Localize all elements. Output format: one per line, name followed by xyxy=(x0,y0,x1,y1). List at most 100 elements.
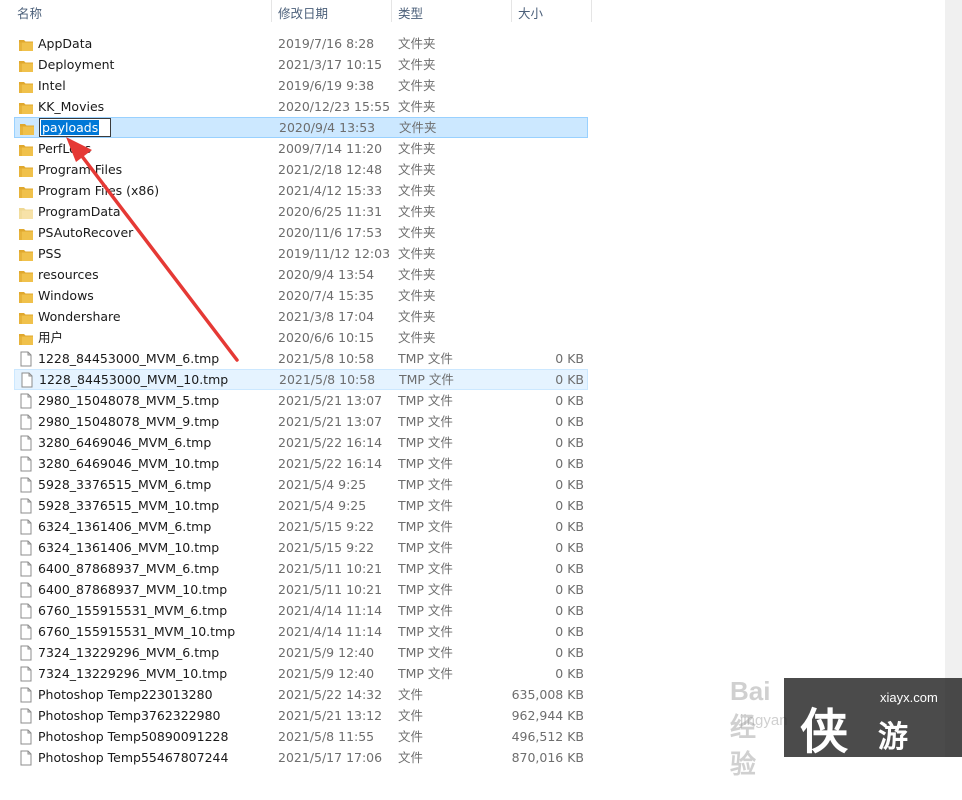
file-row[interactable]: 6324_1361406_MVM_10.tmp 2021/5/15 9:22 TMP… xyxy=(14,537,587,558)
file-row[interactable]: 1228_84453000_MVM_10.tmp 2021/5/8 10:58 TM… xyxy=(14,369,588,390)
folder-row[interactable]: Wondershare 2021/3/8 17:04 文件夹 xyxy=(14,306,587,327)
file-icon xyxy=(18,750,34,766)
file-row[interactable]: 3280_6469046_MVM_10.tmp 2021/5/22 16:14 TM… xyxy=(14,453,587,474)
item-type: TMP 文件 xyxy=(398,498,453,513)
item-size: 0 KB xyxy=(555,372,584,387)
item-type: TMP 文件 xyxy=(398,519,453,534)
item-type: TMP 文件 xyxy=(398,393,453,408)
item-size: 0 KB xyxy=(555,645,584,660)
folder-icon xyxy=(18,100,34,114)
folder-row[interactable]: KK_Movies 2020/12/23 15:55 文件夹 xyxy=(14,96,587,117)
item-name: Windows xyxy=(38,288,94,303)
file-icon xyxy=(18,624,34,640)
column-divider[interactable] xyxy=(391,0,392,22)
item-size: 496,512 KB xyxy=(511,729,584,744)
column-divider[interactable] xyxy=(591,0,592,22)
item-date: 2021/5/9 12:40 xyxy=(278,666,375,681)
file-row[interactable]: 2980_15048078_MVM_5.tmp 2021/5/21 13:07 TM… xyxy=(14,390,587,411)
file-icon xyxy=(18,435,34,451)
item-date: 2021/5/22 16:14 xyxy=(278,456,383,471)
file-row[interactable]: 6400_87868937_MVM_10.tmp 2021/5/11 10:21 T… xyxy=(14,579,587,600)
folder-row[interactable]: PSS 2019/11/12 12:03 文件夹 xyxy=(14,243,587,264)
item-size: 0 KB xyxy=(555,603,584,618)
item-date: 2021/4/12 15:33 xyxy=(278,183,383,198)
item-type: TMP 文件 xyxy=(398,351,453,366)
file-row[interactable]: 6324_1361406_MVM_6.tmp 2021/5/15 9:22 TMP … xyxy=(14,516,587,537)
folder-icon xyxy=(18,310,34,324)
item-date: 2021/5/22 16:14 xyxy=(278,435,383,450)
item-type: 文件夹 xyxy=(398,57,436,72)
file-icon xyxy=(18,603,34,619)
file-row[interactable]: 3280_6469046_MVM_6.tmp 2021/5/22 16:14 TMP… xyxy=(14,432,587,453)
column-header-type[interactable]: 类型 xyxy=(398,0,423,24)
vertical-scrollbar[interactable] xyxy=(945,0,962,757)
item-size: 0 KB xyxy=(555,351,584,366)
item-type: 文件 xyxy=(398,750,424,765)
folder-row[interactable]: Program Files 2021/2/18 12:48 文件夹 xyxy=(14,159,587,180)
file-row[interactable]: 5928_3376515_MVM_6.tmp 2021/5/4 9:25 TMP 文… xyxy=(14,474,587,495)
folder-row[interactable]: Deployment 2021/3/17 10:15 文件夹 xyxy=(14,54,587,75)
folder-row[interactable]: ProgramData 2020/6/25 11:31 文件夹 xyxy=(14,201,587,222)
item-date: 2020/6/6 10:15 xyxy=(278,330,375,345)
item-date: 2021/5/15 9:22 xyxy=(278,540,375,555)
item-name: ProgramData xyxy=(38,204,121,219)
item-size: 870,016 KB xyxy=(511,750,584,765)
item-type: 文件夹 xyxy=(398,36,436,51)
file-icon xyxy=(18,582,34,598)
item-name: 3280_6469046_MVM_6.tmp xyxy=(38,435,212,450)
file-row[interactable]: 6760_155915531_MVM_10.tmp 2021/4/14 11:14… xyxy=(14,621,587,642)
item-type: TMP 文件 xyxy=(398,435,453,450)
file-row[interactable]: 7324_13229296_MVM_10.tmp 2021/5/9 12:40 TM… xyxy=(14,663,587,684)
item-date: 2020/7/4 15:35 xyxy=(278,288,375,303)
item-type: 文件夹 xyxy=(398,246,436,261)
item-date: 2020/9/4 13:54 xyxy=(278,267,375,282)
folder-icon xyxy=(18,289,34,303)
file-row[interactable]: 5928_3376515_MVM_10.tmp 2021/5/4 9:25 TMP … xyxy=(14,495,587,516)
column-header-name[interactable]: 名称 xyxy=(17,0,42,24)
item-date: 2009/7/14 11:20 xyxy=(278,141,383,156)
file-row[interactable]: 7324_13229296_MVM_6.tmp 2021/5/9 12:40 TMP… xyxy=(14,642,587,663)
file-row[interactable]: 6760_155915531_MVM_6.tmp 2021/4/14 11:14 T… xyxy=(14,600,587,621)
folder-icon xyxy=(19,122,35,136)
folder-row[interactable]: Intel 2019/6/19 9:38 文件夹 xyxy=(14,75,587,96)
file-row[interactable]: Photoshop Temp55467807244 2021/5/17 17:06… xyxy=(14,747,587,768)
file-row[interactable]: 1228_84453000_MVM_6.tmp 2021/5/8 10:58 TMP… xyxy=(14,348,587,369)
folder-row[interactable]: PSAutoRecover 2020/11/6 17:53 文件夹 xyxy=(14,222,587,243)
item-name: 3280_6469046_MVM_10.tmp xyxy=(38,456,220,471)
item-type: 文件夹 xyxy=(398,78,436,93)
item-date: 2021/5/9 12:40 xyxy=(278,645,375,660)
file-row[interactable]: 2980_15048078_MVM_9.tmp 2021/5/21 13:07 TM… xyxy=(14,411,587,432)
folder-row[interactable]: PerfLogs 2009/7/14 11:20 文件夹 xyxy=(14,138,587,159)
column-divider[interactable] xyxy=(271,0,272,22)
folder-row[interactable]: Program Files (x86) 2021/4/12 15:33 文件夹 xyxy=(14,180,587,201)
folder-row[interactable]: AppData 2019/7/16 8:28 文件夹 xyxy=(14,33,587,54)
item-name: PerfLogs xyxy=(38,141,92,156)
item-size: 0 KB xyxy=(555,498,584,513)
item-type: TMP 文件 xyxy=(398,645,453,660)
column-divider[interactable] xyxy=(511,0,512,22)
file-icon xyxy=(18,498,34,514)
item-name: Intel xyxy=(38,78,66,93)
file-row[interactable]: Photoshop Temp50890091228 2021/5/8 11:55 文… xyxy=(14,726,587,747)
folder-icon xyxy=(18,79,34,93)
item-name: Photoshop Temp50890091228 xyxy=(38,729,229,744)
folder-row[interactable]: resources 2020/9/4 13:54 文件夹 xyxy=(14,264,587,285)
column-header-date[interactable]: 修改日期 xyxy=(278,0,328,24)
item-type: 文件夹 xyxy=(398,309,436,324)
folder-row[interactable]: Windows 2020/7/4 15:35 文件夹 xyxy=(14,285,587,306)
file-row[interactable]: 6400_87868937_MVM_6.tmp 2021/5/11 10:21 TM… xyxy=(14,558,587,579)
folder-row[interactable]: payloads 2020/9/4 13:53 文件夹 xyxy=(14,117,588,138)
folder-row[interactable]: 用户 2020/6/6 10:15 文件夹 xyxy=(14,327,587,348)
item-date: 2021/4/14 11:14 xyxy=(278,624,383,639)
item-type: 文件夹 xyxy=(398,162,436,177)
item-size: 0 KB xyxy=(555,456,584,471)
file-icon xyxy=(18,393,34,409)
file-row[interactable]: Photoshop Temp3762322980 2021/5/21 13:12 文… xyxy=(14,705,587,726)
item-name: Program Files xyxy=(38,162,123,177)
column-header-size[interactable]: 大小 xyxy=(518,0,543,24)
item-name: 5928_3376515_MVM_6.tmp xyxy=(38,477,212,492)
item-type: 文件夹 xyxy=(398,141,436,156)
file-row[interactable]: Photoshop Temp223013280 2021/5/22 14:32 文件… xyxy=(14,684,587,705)
rename-input[interactable]: payloads xyxy=(39,118,111,137)
item-date: 2021/5/8 10:58 xyxy=(278,351,375,366)
